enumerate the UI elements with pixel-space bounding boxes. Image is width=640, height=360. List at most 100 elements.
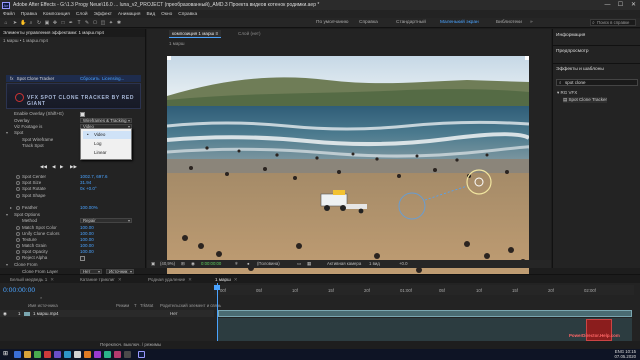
preview-panel-header[interactable]: Предпросмотр [556,49,589,54]
layer-duration-bar[interactable] [218,310,632,317]
selection-tool-icon[interactable]: ➤ [12,20,18,26]
close-button[interactable]: ✕ [627,0,640,10]
frame-corner-handle[interactable] [167,56,171,60]
stopwatch-icon[interactable] [16,206,20,210]
app-taskbar-icon[interactable] [104,351,111,358]
visibility-eye-icon[interactable]: ◉ [3,311,7,317]
stopwatch-icon[interactable] [16,244,20,248]
track-forward-icon[interactable]: ▶▶ [70,164,77,170]
resolution-dropdown[interactable]: (Половина) [257,261,280,266]
column-header-source-name[interactable]: Имя источника [28,303,58,308]
feather-value[interactable]: 100.00% [80,205,98,211]
app-taskbar-icon[interactable] [84,351,91,358]
stopwatch-icon[interactable] [16,232,20,236]
viewer-timecode[interactable]: 0:00:00:00 [201,261,221,266]
workspace-help[interactable]: Справка [359,20,378,25]
layer-parent-dropdown[interactable]: Нет [170,311,178,316]
popup-option-log[interactable]: Log [83,140,131,148]
column-header-t[interactable]: T [134,303,137,308]
views-dropdown[interactable]: 1 вид [369,261,380,266]
menu-view[interactable]: Вид [146,12,155,17]
menu-edit[interactable]: Правка [21,12,37,17]
info-panel-header[interactable]: Информация [556,33,585,38]
toggle-switches-modes[interactable]: Переключ. выключ. / режимы [100,342,161,347]
twirl-right-icon[interactable]: ▸ [10,205,12,211]
licensing-link[interactable]: Licensing... [102,75,124,82]
minimize-button[interactable]: — [601,0,614,10]
close-icon[interactable]: ✕ [188,277,192,282]
composition-viewer[interactable] [167,56,529,287]
frame-corner-handle[interactable] [525,56,529,60]
reject-alpha-checkbox[interactable] [80,255,85,261]
app-taskbar-icon[interactable] [44,351,51,358]
effects-presets-header[interactable]: Эффекты и шаблоны [556,67,604,72]
shape-tool-icon[interactable]: □ [60,20,66,26]
workspace-more-icon[interactable]: » [530,20,533,25]
stopwatch-icon[interactable] [16,187,20,191]
popup-option-linear[interactable]: Linear [83,149,131,157]
puppet-tool-icon[interactable]: ✱ [116,20,122,26]
app-taskbar-icon[interactable] [64,351,71,358]
system-tray[interactable]: ENG 10:15 07.05.2020 [614,349,636,359]
menu-effect[interactable]: Эффект [94,12,112,17]
close-icon[interactable]: ✕ [50,277,54,282]
after-effects-taskbar-icon[interactable] [138,351,145,358]
track-forward-frame-icon[interactable]: ▶ [60,164,63,170]
close-icon[interactable]: ✕ [234,277,238,282]
layer-row[interactable]: ◉ 1 1 марш.mp4 Нет [0,310,214,317]
fx-toggle-icon[interactable]: fx [10,76,13,81]
effects-category-rg-vfx[interactable]: ▾ RG VFX [557,90,577,96]
twirl-down-icon[interactable]: ▾ [6,212,8,218]
column-header-trkmat[interactable]: TrkMat [140,303,153,308]
pan-behind-tool-icon[interactable]: ✥ [52,20,58,26]
reset-link[interactable]: Сбросить [80,75,100,82]
twirl-down-icon[interactable]: ▾ [6,262,8,268]
menu-file[interactable]: Файл [3,12,15,17]
grid-icon[interactable]: ⊞ [181,261,185,267]
help-search-input[interactable]: ⌕ Поиск в справке [590,19,636,26]
menu-animation[interactable]: Анимация [118,12,141,17]
app-taskbar-icon[interactable] [24,351,31,358]
zoom-tool-icon[interactable]: ⌕ [28,20,34,26]
stopwatch-icon[interactable] [16,226,20,230]
menu-window[interactable]: Окно [161,12,172,17]
snapshot-icon[interactable]: ◉ [191,261,195,267]
stopwatch-icon[interactable] [16,175,20,179]
eraser-tool-icon[interactable]: ◫ [100,20,106,26]
app-taskbar-icon[interactable] [34,351,41,358]
menu-help[interactable]: Справка [178,12,197,17]
transparency-grid-icon[interactable]: ▦ [307,261,311,267]
tab-composition[interactable]: композиция 1 марш ≡ [169,30,222,38]
playhead-line[interactable] [217,283,218,349]
track-backward-icon[interactable]: ◀◀ [40,164,47,170]
menu-composition[interactable]: Композиция [43,12,70,17]
column-header-parent[interactable]: Родительский элемент и связь [160,303,221,308]
camera-dropdown[interactable]: Активная камера [327,261,361,266]
tab-layer[interactable]: Слой (нет) [235,30,264,37]
column-header-mode[interactable]: Режим [116,303,129,308]
workspace-default[interactable]: По умолчанию [316,20,348,25]
app-taskbar-icon[interactable] [74,351,81,358]
stopwatch-icon[interactable] [16,256,20,260]
enable-overlay-checkbox[interactable] [80,111,85,117]
region-of-interest-icon[interactable]: ▭ [297,261,301,267]
windows-start-icon[interactable]: ⊞ [3,351,10,358]
camera-tool-icon[interactable]: ▣ [44,20,50,26]
layer-name[interactable]: 1 марш.mp4 [33,311,58,316]
app-taskbar-icon[interactable] [114,351,121,358]
stopwatch-icon[interactable] [16,238,20,242]
effect-controls-tab[interactable]: Элементы управления эффектами: 1 марш.mp… [0,29,145,37]
type-tool-icon[interactable]: T [76,20,82,26]
exposure-value[interactable]: +0.0 [399,261,407,266]
track-back-frame-icon[interactable]: ◀ [52,164,55,170]
popup-option-video[interactable]: Video [83,131,131,139]
workspace-libraries[interactable]: Библиотеки [496,20,522,25]
rotate-tool-icon[interactable]: ↻ [36,20,42,26]
close-icon[interactable]: ✕ [118,277,122,282]
pen-tool-icon[interactable]: ✒ [68,20,74,26]
twirl-down-icon[interactable]: ▾ [6,130,8,136]
zoom-dropdown[interactable]: (40,9%) [160,261,175,266]
brush-tool-icon[interactable]: ✎ [84,20,90,26]
spot-opacity-value[interactable]: 100.00 [80,249,94,255]
app-taskbar-icon[interactable] [124,351,131,358]
